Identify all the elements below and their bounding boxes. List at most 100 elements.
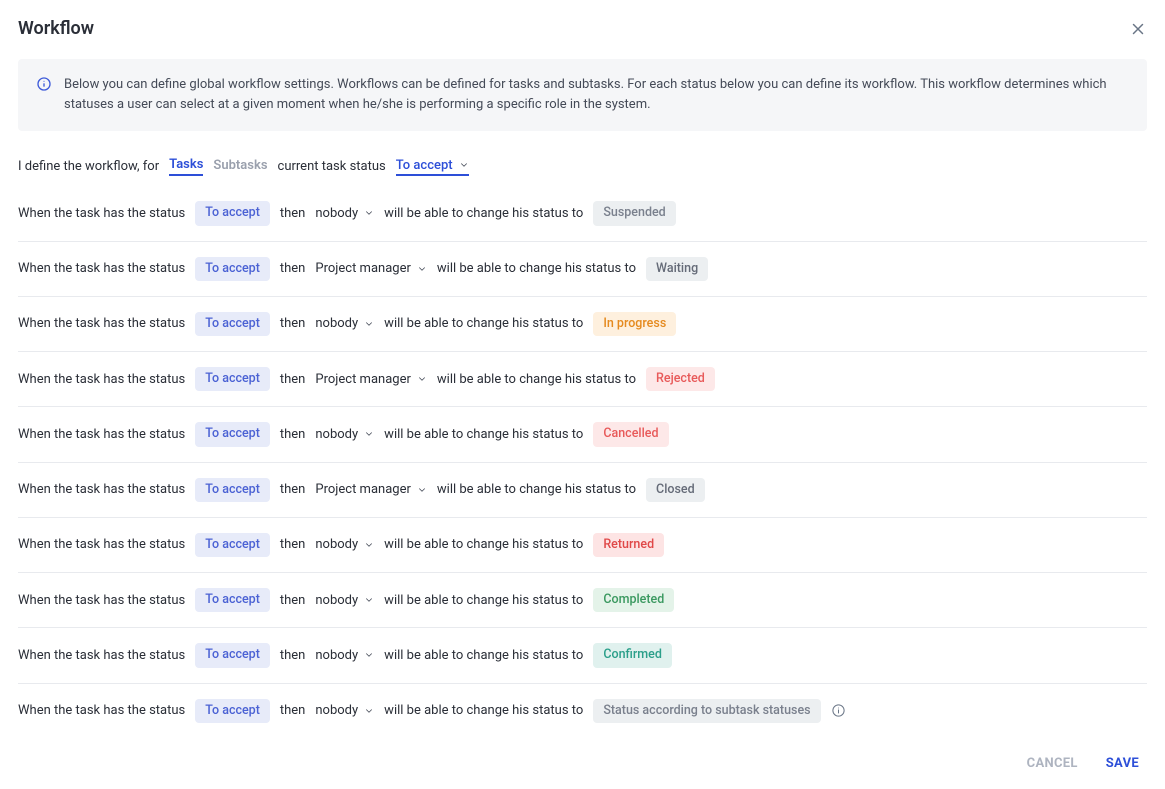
rule-row: When the task has the status To accept the…	[18, 628, 1147, 683]
cancel-button[interactable]: CANCEL	[1027, 756, 1078, 771]
chevron-down-icon	[364, 595, 374, 605]
role-select[interactable]: nobody	[315, 593, 374, 608]
status-badge-target: Suspended	[593, 201, 675, 225]
role-select[interactable]: nobody	[315, 648, 374, 663]
rule-then: then	[280, 593, 306, 608]
rule-prefix: When the task has the status	[18, 316, 185, 331]
status-badge-target: In progress	[593, 312, 676, 336]
rule-then: then	[280, 648, 306, 663]
tab-subtasks[interactable]: Subtasks	[213, 158, 267, 175]
status-badge-from: To accept	[195, 478, 270, 502]
close-icon[interactable]	[1129, 20, 1147, 38]
chevron-down-icon	[364, 319, 374, 329]
rule-suffix: will be able to change his status to	[437, 372, 636, 387]
rule-suffix: will be able to change his status to	[384, 537, 583, 552]
rule-then: then	[280, 703, 306, 718]
dialog-footer: CANCEL SAVE	[18, 738, 1147, 771]
rule-row: When the task has the statusTo acceptthe…	[18, 352, 1147, 407]
role-select[interactable]: nobody	[315, 316, 374, 331]
chevron-down-icon	[364, 650, 374, 660]
rule-prefix: When the task has the status	[18, 372, 185, 387]
status-badge-target: Returned	[593, 533, 664, 557]
rule-prefix: When the task has the status	[18, 206, 185, 221]
role-label: Project manager	[315, 482, 411, 497]
rule-suffix: will be able to change his status to	[384, 427, 583, 442]
role-label: nobody	[315, 648, 358, 663]
rule-suffix: will be able to change his status to	[384, 648, 583, 663]
status-badge-from: To accept	[195, 643, 270, 667]
chevron-down-icon	[364, 208, 374, 218]
status-selected-label: To accept	[396, 158, 453, 173]
rule-prefix: When the task has the status	[18, 648, 185, 663]
role-label: nobody	[315, 427, 358, 442]
role-select[interactable]: nobody	[315, 703, 374, 718]
info-banner: Below you can define global workflow set…	[18, 59, 1147, 131]
define-mid: current task status	[278, 159, 386, 174]
status-badge-target: Cancelled	[593, 422, 668, 446]
role-select[interactable]: nobody	[315, 427, 374, 442]
rule-row: When the task has the status To accept the…	[18, 297, 1147, 352]
rule-prefix: When the task has the status	[18, 593, 185, 608]
role-select[interactable]: Project manager	[315, 372, 427, 387]
chevron-down-icon	[417, 264, 427, 274]
rule-prefix: When the task has the status	[18, 427, 185, 442]
rule-row: When the task has the status To accept the…	[18, 463, 1147, 518]
rule-row: When the task has the status To accept the…	[18, 242, 1147, 297]
status-badge-target: Rejected	[646, 367, 715, 391]
role-label: nobody	[315, 593, 358, 608]
chevron-down-icon	[364, 706, 374, 716]
rule-then: then	[280, 261, 306, 276]
chevron-down-icon	[364, 540, 374, 550]
status-badge-from: To accept	[195, 312, 270, 336]
rule-prefix: When the task has the status	[18, 261, 185, 276]
rule-row: When the task has the status To accept the…	[18, 518, 1147, 573]
chevron-down-icon	[417, 485, 427, 495]
chevron-down-icon	[417, 374, 427, 384]
info-icon[interactable]	[831, 703, 846, 718]
rule-prefix: When the task has the status	[18, 482, 185, 497]
status-badge-from: To accept	[195, 257, 270, 281]
status-badge-target: Completed	[593, 588, 674, 612]
status-badge-from: To accept	[195, 699, 270, 723]
status-badge-target: Waiting	[646, 257, 708, 281]
status-badge-from: To accept	[195, 533, 270, 557]
chevron-down-icon	[459, 160, 469, 170]
role-label: nobody	[315, 206, 358, 221]
rule-suffix: will be able to change his status to	[384, 316, 583, 331]
rule-then: then	[280, 482, 306, 497]
role-select[interactable]: nobody	[315, 537, 374, 552]
rule-then: then	[280, 206, 306, 221]
rule-suffix: will be able to change his status to	[384, 206, 583, 221]
rule-row: When the task has the status To accept the…	[18, 684, 1147, 738]
rule-prefix: When the task has the status	[18, 703, 185, 718]
rules-list: When the task has the status To accept the…	[18, 186, 1147, 738]
rule-then: then	[280, 537, 306, 552]
info-icon	[36, 76, 52, 92]
page-title: Workflow	[18, 18, 94, 39]
role-select[interactable]: nobody	[315, 206, 374, 221]
status-badge-from: To accept	[195, 201, 270, 225]
status-badge-from: To accept	[195, 367, 270, 391]
rule-then: then	[280, 316, 306, 331]
status-badge-target: Closed	[646, 478, 705, 502]
info-text: Below you can define global workflow set…	[64, 75, 1129, 115]
role-label: Project manager	[315, 261, 411, 276]
rule-suffix: will be able to change his status to	[437, 261, 636, 276]
status-badge-from: To accept	[195, 588, 270, 612]
rule-then: then	[280, 427, 306, 442]
role-label: Project manager	[315, 372, 411, 387]
tab-tasks[interactable]: Tasks	[169, 157, 203, 176]
save-button[interactable]: SAVE	[1106, 756, 1139, 771]
define-row: I define the workflow, for Tasks Subtask…	[18, 157, 1147, 176]
role-select[interactable]: Project manager	[315, 261, 427, 276]
status-badge-from: To accept	[195, 422, 270, 446]
define-prefix: I define the workflow, for	[18, 159, 159, 174]
status-dropdown[interactable]: To accept	[396, 158, 469, 176]
role-label: nobody	[315, 537, 358, 552]
rule-prefix: When the task has the status	[18, 537, 185, 552]
role-select[interactable]: Project manager	[315, 482, 427, 497]
rule-suffix: will be able to change his status to	[437, 482, 636, 497]
status-badge-target: Status according to subtask statuses	[593, 699, 820, 723]
rule-row: When the task has the status To accept the…	[18, 573, 1147, 628]
chevron-down-icon	[364, 429, 374, 439]
